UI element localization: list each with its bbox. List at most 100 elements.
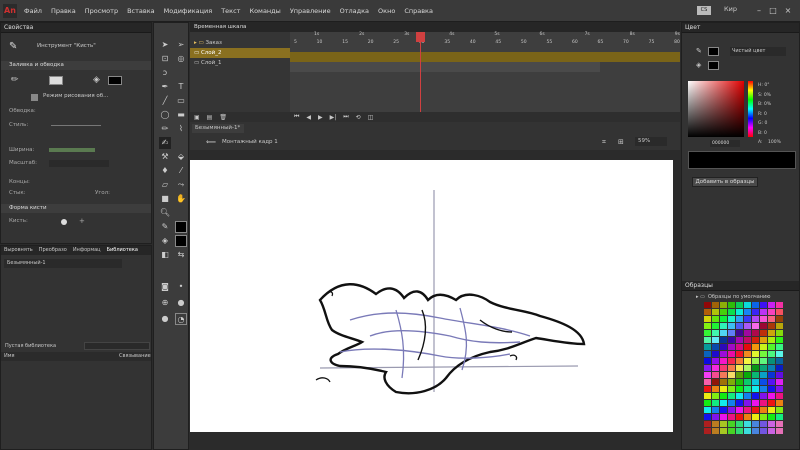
stroke-color-icon-right[interactable]: ✎: [696, 47, 702, 55]
color-swatch[interactable]: [712, 323, 719, 329]
library-search-input[interactable]: [84, 342, 150, 350]
color-swatch[interactable]: [760, 407, 767, 413]
color-swatch[interactable]: [744, 386, 751, 392]
layer-1-frames[interactable]: [290, 62, 600, 72]
prev-frame-icon[interactable]: ◀: [306, 114, 311, 121]
color-swatch[interactable]: [760, 351, 767, 357]
menu-help[interactable]: Справка: [404, 7, 433, 15]
color-swatch[interactable]: [768, 421, 775, 427]
color-swatch[interactable]: [776, 372, 783, 378]
color-swatch[interactable]: [720, 309, 727, 315]
alpha-value[interactable]: 100%: [768, 140, 781, 145]
color-swatch[interactable]: [736, 379, 743, 385]
color-swatch[interactable]: [744, 365, 751, 371]
color-swatch[interactable]: [768, 337, 775, 343]
color-swatch[interactable]: [768, 302, 775, 308]
color-swatch[interactable]: [728, 358, 735, 364]
zoom-select[interactable]: 59%: [635, 137, 667, 146]
color-swatch[interactable]: [720, 323, 727, 329]
brush-tool-icon[interactable]: ✍: [159, 137, 171, 149]
color-swatch[interactable]: [720, 351, 727, 357]
menu-text[interactable]: Текст: [221, 7, 240, 15]
menu-modify[interactable]: Модификация: [164, 7, 213, 15]
color-swatch[interactable]: [704, 407, 711, 413]
swatches-tab[interactable]: Образцы: [682, 281, 799, 291]
color-swatch[interactable]: [744, 323, 751, 329]
color-swatch[interactable]: [712, 309, 719, 315]
color-swatch[interactable]: [744, 372, 751, 378]
color-swatch[interactable]: [704, 344, 711, 350]
text-icon[interactable]: T: [175, 81, 187, 93]
color-swatch[interactable]: [704, 351, 711, 357]
menu-view[interactable]: Просмотр: [85, 7, 118, 15]
fill-swatch[interactable]: [108, 76, 122, 85]
polystar-icon[interactable]: ▬: [175, 109, 187, 121]
hsb-h-value[interactable]: 0°: [764, 83, 769, 88]
color-swatch[interactable]: [736, 309, 743, 315]
color-swatch[interactable]: [720, 393, 727, 399]
play-icon[interactable]: ▶: [318, 114, 323, 121]
minimize-icon[interactable]: –: [754, 6, 764, 16]
color-swatch[interactable]: [768, 330, 775, 336]
color-swatch[interactable]: [768, 386, 775, 392]
color-swatch[interactable]: [712, 372, 719, 378]
color-swatch[interactable]: [768, 400, 775, 406]
color-swatch[interactable]: [752, 414, 759, 420]
color-swatch[interactable]: [704, 400, 711, 406]
color-swatch[interactable]: [776, 393, 783, 399]
color-swatch[interactable]: [704, 372, 711, 378]
color-swatch[interactable]: [728, 428, 735, 434]
paint-bucket-icon[interactable]: ⬙: [175, 151, 187, 163]
color-swatch[interactable]: [760, 330, 767, 336]
color-swatch[interactable]: [720, 358, 727, 364]
loop-icon[interactable]: ⟲: [356, 114, 361, 121]
color-swatch[interactable]: [720, 330, 727, 336]
fill-swatch-right[interactable]: [708, 61, 719, 70]
color-swatch[interactable]: [720, 414, 727, 420]
color-swatch[interactable]: [736, 330, 743, 336]
color-swatch[interactable]: [744, 351, 751, 357]
color-swatch[interactable]: [744, 414, 751, 420]
bone-icon[interactable]: ⚒: [159, 151, 171, 163]
library-doc-select[interactable]: Безымянный-1: [4, 259, 122, 268]
color-swatch[interactable]: [744, 400, 751, 406]
color-swatch[interactable]: [752, 400, 759, 406]
color-swatch[interactable]: [728, 309, 735, 315]
color-swatch[interactable]: [752, 372, 759, 378]
color-swatch[interactable]: [760, 337, 767, 343]
color-swatch[interactable]: [768, 414, 775, 420]
playhead[interactable]: [420, 32, 421, 112]
scene-icon[interactable]: ⌗: [602, 138, 606, 147]
hsb-b-value[interactable]: 0%: [764, 102, 771, 107]
color-swatch[interactable]: [776, 337, 783, 343]
doc-tab[interactable]: Безымянный-1*: [192, 124, 244, 133]
tab-info[interactable]: Информац: [70, 246, 104, 255]
color-swatch[interactable]: [760, 379, 767, 385]
pen-icon[interactable]: ✒: [159, 81, 171, 93]
stroke-swatch-right[interactable]: [708, 47, 719, 56]
color-swatch[interactable]: [704, 302, 711, 308]
color-swatch[interactable]: [720, 400, 727, 406]
color-swatch[interactable]: [768, 323, 775, 329]
color-swatch[interactable]: [720, 379, 727, 385]
color-swatch[interactable]: [704, 330, 711, 336]
color-swatch[interactable]: [720, 344, 727, 350]
draw-mode-checkbox[interactable]: [31, 94, 38, 101]
scene-label[interactable]: Монтажный кадр 1: [222, 139, 278, 145]
swatch-grid[interactable]: [704, 302, 783, 436]
color-swatch[interactable]: [776, 302, 783, 308]
line-icon[interactable]: ╱: [159, 95, 171, 107]
color-swatch[interactable]: [728, 323, 735, 329]
color-swatch[interactable]: [776, 407, 783, 413]
color-swatch[interactable]: [752, 386, 759, 392]
color-swatch[interactable]: [736, 351, 743, 357]
black-white-icon[interactable]: ◧: [159, 249, 171, 261]
color-swatch[interactable]: [768, 344, 775, 350]
color-swatch[interactable]: [760, 344, 767, 350]
color-swatch[interactable]: [752, 302, 759, 308]
swap-colors-icon[interactable]: ⇆: [175, 249, 187, 261]
color-swatch[interactable]: [752, 379, 759, 385]
color-swatch[interactable]: [712, 421, 719, 427]
color-swatch[interactable]: [768, 358, 775, 364]
eyedropper-icon[interactable]: ⁄: [175, 165, 187, 177]
